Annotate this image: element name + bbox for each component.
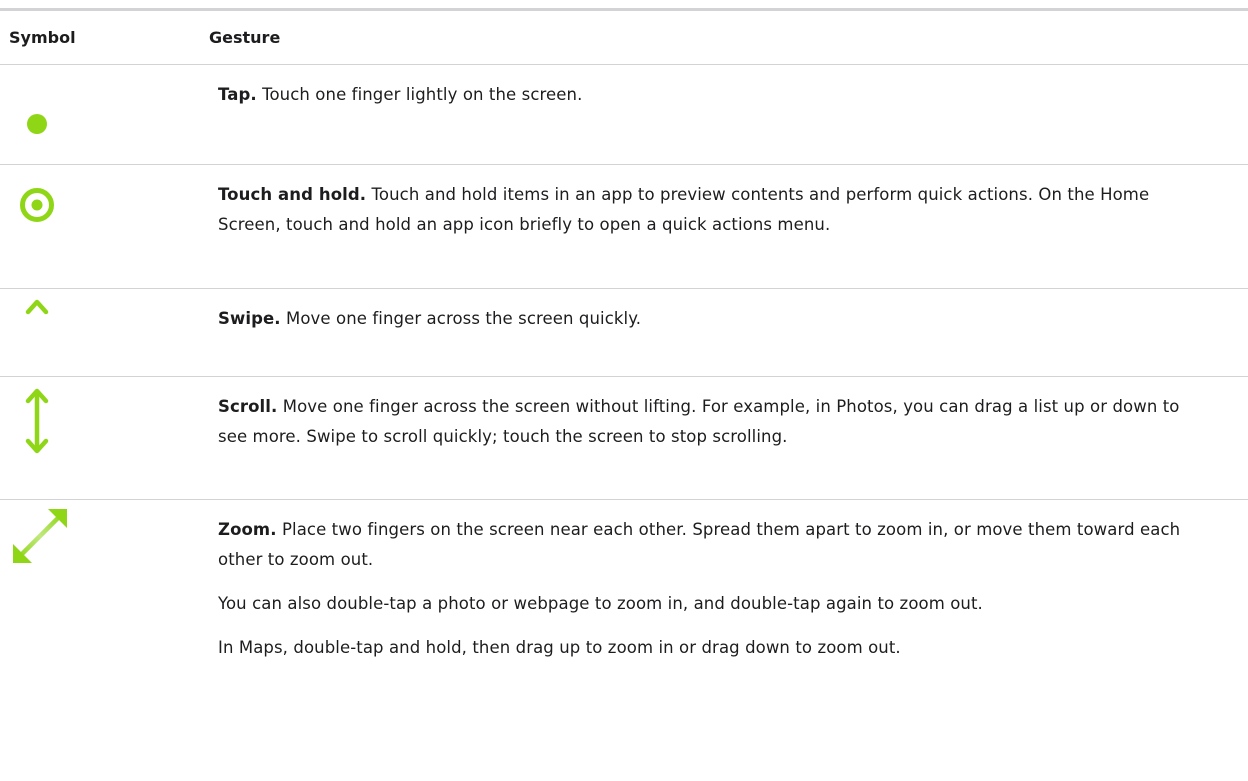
tap-icon xyxy=(27,114,47,134)
gesture-text: Touch one finger lightly on the screen. xyxy=(262,85,583,104)
gesture-description: Touch and hold. Touch and hold items in … xyxy=(218,165,1208,288)
touch-and-hold-icon xyxy=(20,188,54,222)
table-row: Swipe. Move one finger across the screen… xyxy=(0,289,1248,377)
gesture-term: Scroll. xyxy=(218,397,278,416)
gesture-description: Tap. Touch one finger lightly on the scr… xyxy=(218,65,1208,164)
gesture-description: Swipe. Move one finger across the screen… xyxy=(218,289,1208,376)
gesture-term: Zoom. xyxy=(218,520,277,539)
gesture-description: Scroll. Move one finger across the scree… xyxy=(218,377,1208,499)
gesture-text: In Maps, double-tap and hold, then drag … xyxy=(218,638,901,657)
gesture-text: Place two fingers on the screen near eac… xyxy=(218,520,1181,569)
gesture-text: Move one finger across the screen quickl… xyxy=(286,309,642,328)
table-row: Tap. Touch one finger lightly on the scr… xyxy=(0,65,1248,165)
symbol-cell xyxy=(0,377,218,499)
table-row: Scroll. Move one finger across the scree… xyxy=(0,377,1248,500)
gesture-table: Symbol Gesture Tap. Touch one finger lig… xyxy=(0,8,1248,720)
swipe-up-arrow-icon xyxy=(25,299,49,353)
gesture-text: Move one finger across the screen withou… xyxy=(218,397,1180,446)
gesture-term: Tap. xyxy=(218,85,257,104)
gesture-text: You can also double-tap a photo or webpa… xyxy=(218,594,983,613)
symbol-cell xyxy=(0,65,218,164)
gesture-term: Touch and hold. xyxy=(218,185,367,204)
scroll-vertical-arrows-icon xyxy=(25,388,49,454)
symbol-cell xyxy=(0,500,218,720)
table-row: Touch and hold. Touch and hold items in … xyxy=(0,165,1248,289)
table-row: Zoom. Place two fingers on the screen ne… xyxy=(0,500,1248,720)
gesture-column-header: Gesture xyxy=(209,28,281,47)
symbol-column-header: Symbol xyxy=(9,28,76,47)
table-header-row: Symbol Gesture xyxy=(0,11,1248,65)
gesture-term: Swipe. xyxy=(218,309,281,328)
symbol-cell xyxy=(0,289,218,376)
zoom-diagonal-arrows-icon xyxy=(13,509,67,563)
symbol-cell xyxy=(0,165,218,288)
gesture-description: Zoom. Place two fingers on the screen ne… xyxy=(218,500,1208,720)
